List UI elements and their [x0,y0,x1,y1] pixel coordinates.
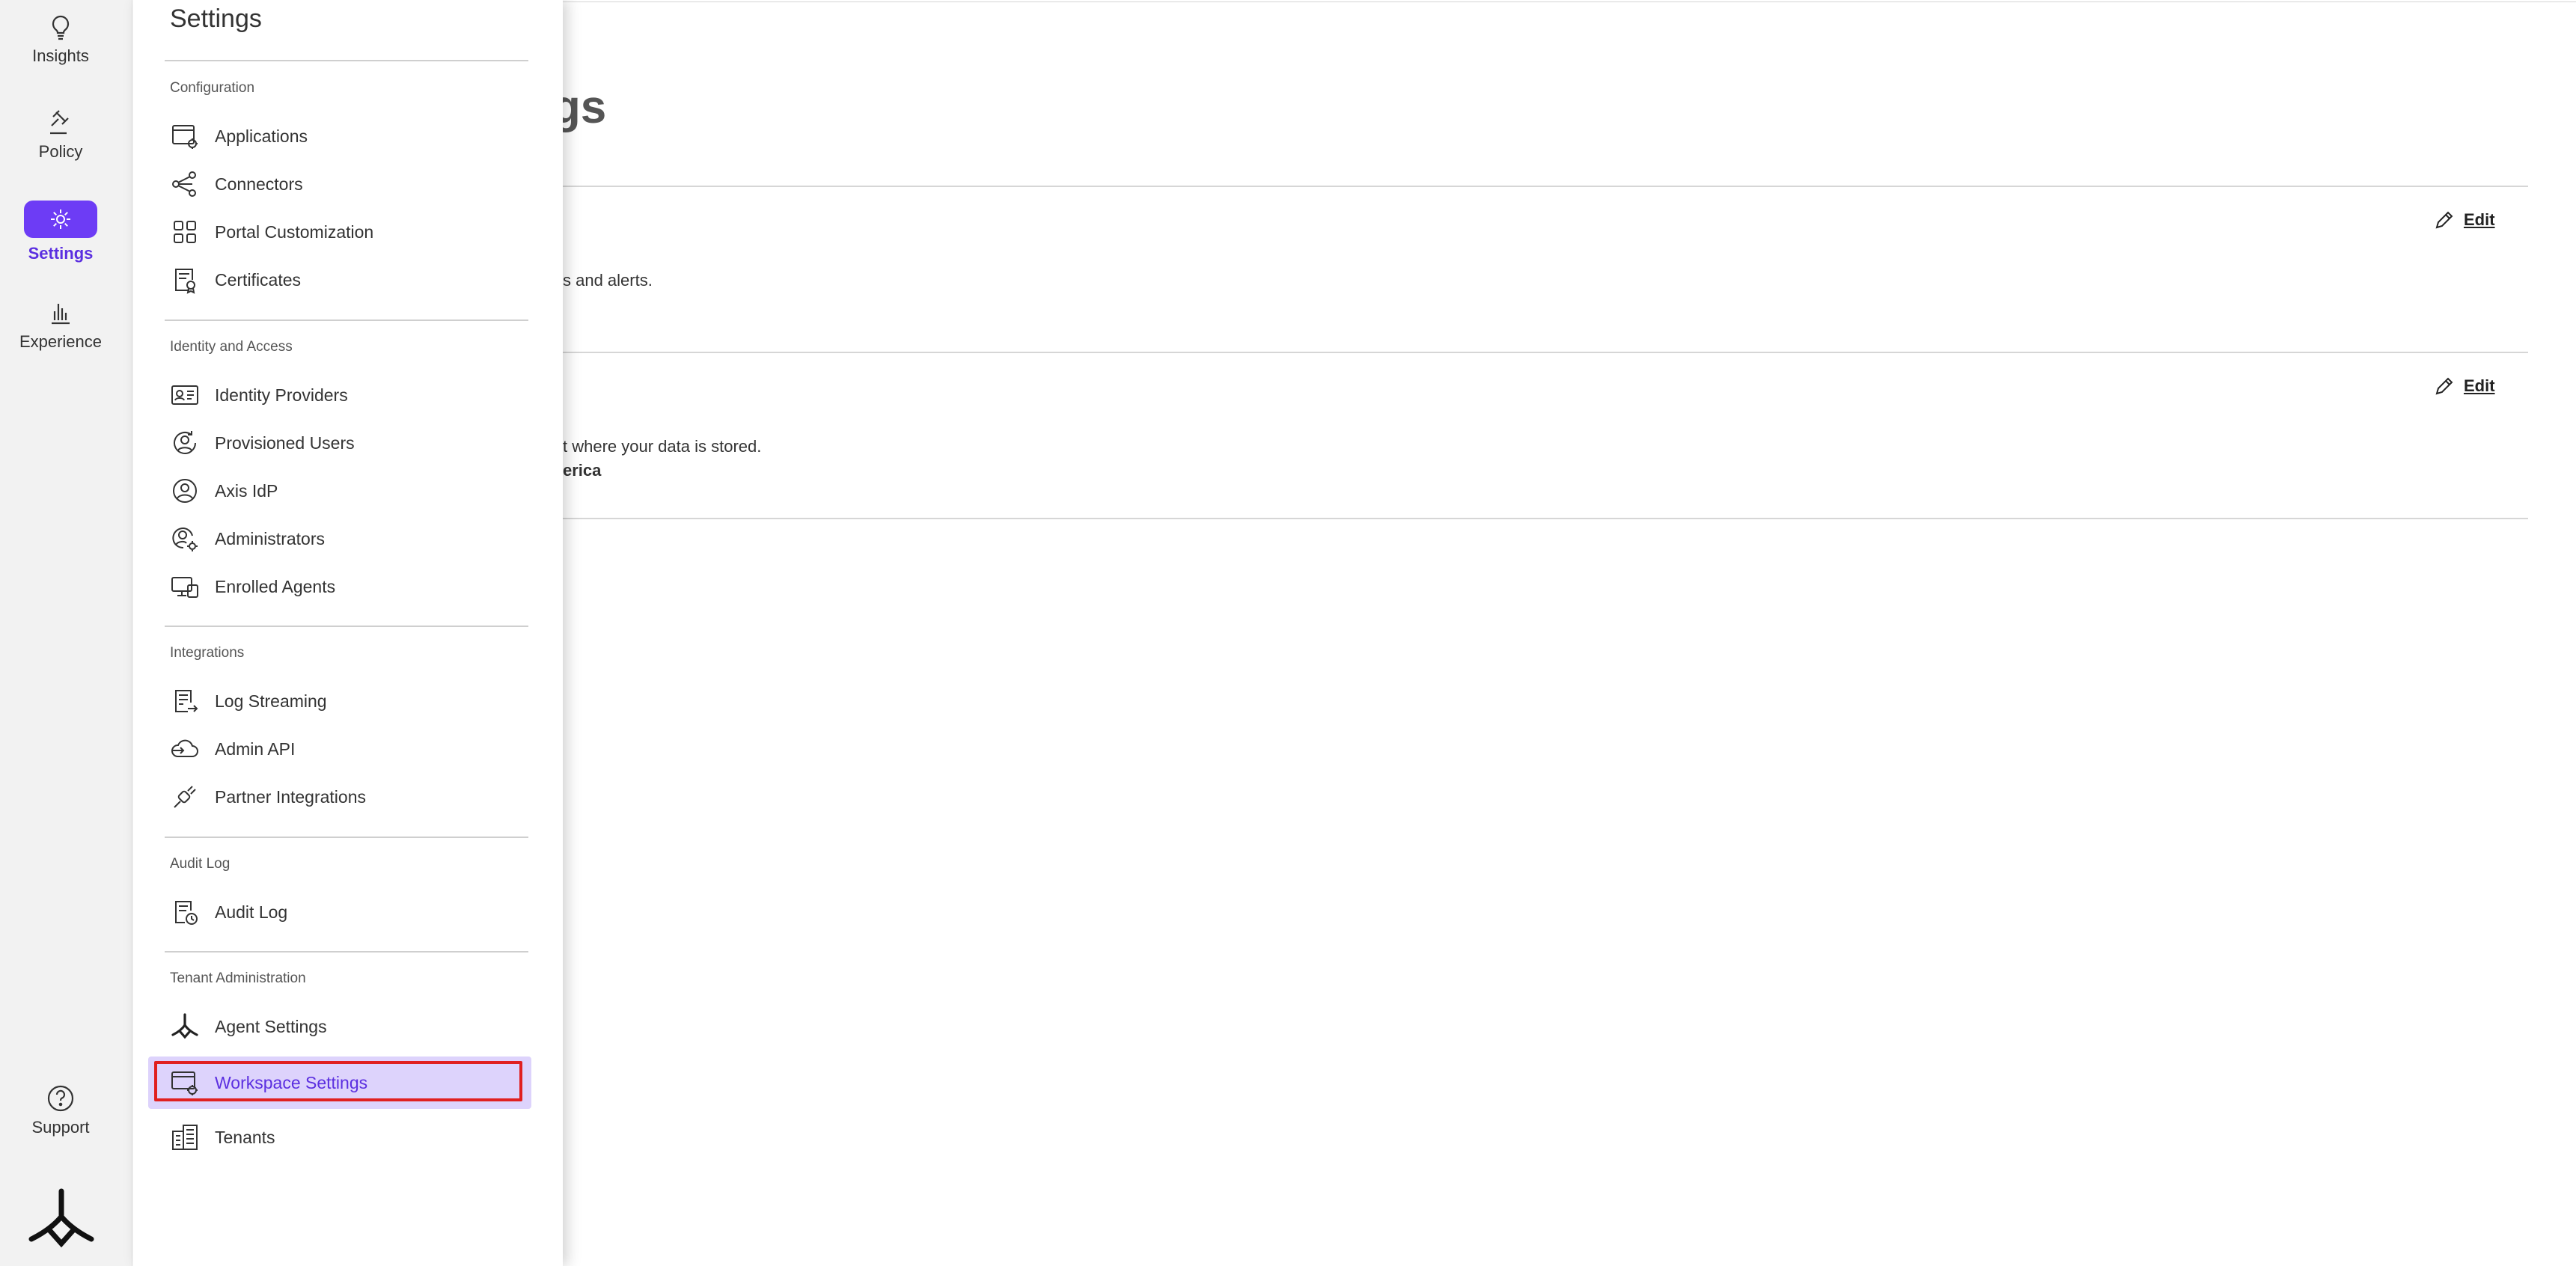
settings-panel: Settings Configuration Applications Conn… [133,0,563,1266]
menu-item-certificates[interactable]: Certificates [165,259,528,301]
rail-item-support[interactable]: Support [0,1083,121,1137]
user-circle-icon [173,479,197,503]
gavel-icon [50,110,69,135]
menu-item-workspace-settings[interactable]: Workspace Settings [148,1056,531,1109]
brand-logo [28,1188,94,1248]
row2-value: erica [563,461,602,480]
gear-icon [51,210,70,229]
log-stream-icon [175,690,198,712]
agent-logo-icon [171,1013,198,1039]
menu-item-enrolled-agents[interactable]: Enrolled Agents [165,566,528,608]
panel-title-divider [165,60,528,61]
menu-item-identity-providers[interactable]: Identity Providers [165,374,528,416]
menu-item-partner-integrations[interactable]: Partner Integrations [165,776,528,818]
menu-item-portal-customization[interactable]: Portal Customization [165,211,528,253]
section-divider [165,951,528,952]
user-sync-icon [174,431,196,454]
section-label-identity-access: Identity and Access [170,339,293,355]
rail-label-insights: Insights [32,46,89,65]
edit-button-1[interactable]: Edit [2434,210,2495,230]
certificate-icon [175,269,195,294]
panel-title: Settings [170,4,262,33]
left-rail: Insights Policy Settings Experience Supp… [0,0,132,1266]
settings-active-pill [24,201,97,238]
section-label-integrations: Integrations [170,645,245,661]
grid-icon [174,221,196,243]
pencil-icon [2435,211,2453,229]
menu-item-tenants[interactable]: Tenants [165,1116,528,1158]
section-label-tenant-administration: Tenant Administration [170,970,306,986]
menu-item-provisioned-users[interactable]: Provisioned Users [165,422,528,464]
row-divider-1 [563,352,2528,353]
menu-item-admin-api[interactable]: Admin API [165,728,528,770]
bar-chart-icon [52,304,70,325]
menu-item-connectors[interactable]: Connectors [165,163,528,205]
row2-description: t where your data is stored. [563,437,762,456]
applications-icon [172,125,198,149]
menu-item-audit-log[interactable]: Audit Log [165,891,528,933]
highlight-box [154,1061,522,1101]
pencil-icon [2435,377,2453,395]
lightbulb-icon [52,15,70,40]
rail-item-settings[interactable]: Settings [0,201,121,263]
section-divider [165,837,528,838]
section-divider [165,319,528,321]
menu-item-administrators[interactable]: Administrators [165,518,528,560]
row1-description: s and alerts. [563,271,653,290]
admin-gear-icon [172,528,198,551]
section-label-configuration: Configuration [170,80,255,96]
menu-item-log-streaming[interactable]: Log Streaming [165,680,528,722]
rail-item-experience[interactable]: Experience [0,298,121,352]
id-card-icon [171,385,198,405]
buildings-icon [172,1125,198,1150]
audit-clock-icon [175,901,198,925]
rail-item-policy[interactable]: Policy [0,108,121,162]
rail-label-experience: Experience [19,332,103,351]
rail-label-support: Support [31,1118,90,1137]
section-label-audit-log: Audit Log [170,856,231,872]
cloud-api-icon [171,739,198,757]
top-border [563,1,2576,2]
title-divider [563,186,2528,187]
plug-icon [174,786,196,808]
devices-icon [171,577,198,598]
edit-button-2[interactable]: Edit [2434,376,2495,397]
rail-item-insights[interactable]: Insights [0,12,121,66]
help-circle-icon [47,1085,74,1112]
menu-item-axis-idp[interactable]: Axis IdP [165,470,528,512]
edit-label: Edit [2464,210,2495,229]
row-divider-2 [563,518,2528,519]
menu-item-agent-settings[interactable]: Agent Settings [165,1006,528,1048]
section-divider [165,626,528,627]
edit-label: Edit [2464,376,2495,395]
rail-label-policy: Policy [38,142,83,161]
rail-label-settings: Settings [28,244,94,263]
connectors-icon [172,171,196,197]
menu-item-applications[interactable]: Applications [165,115,528,157]
